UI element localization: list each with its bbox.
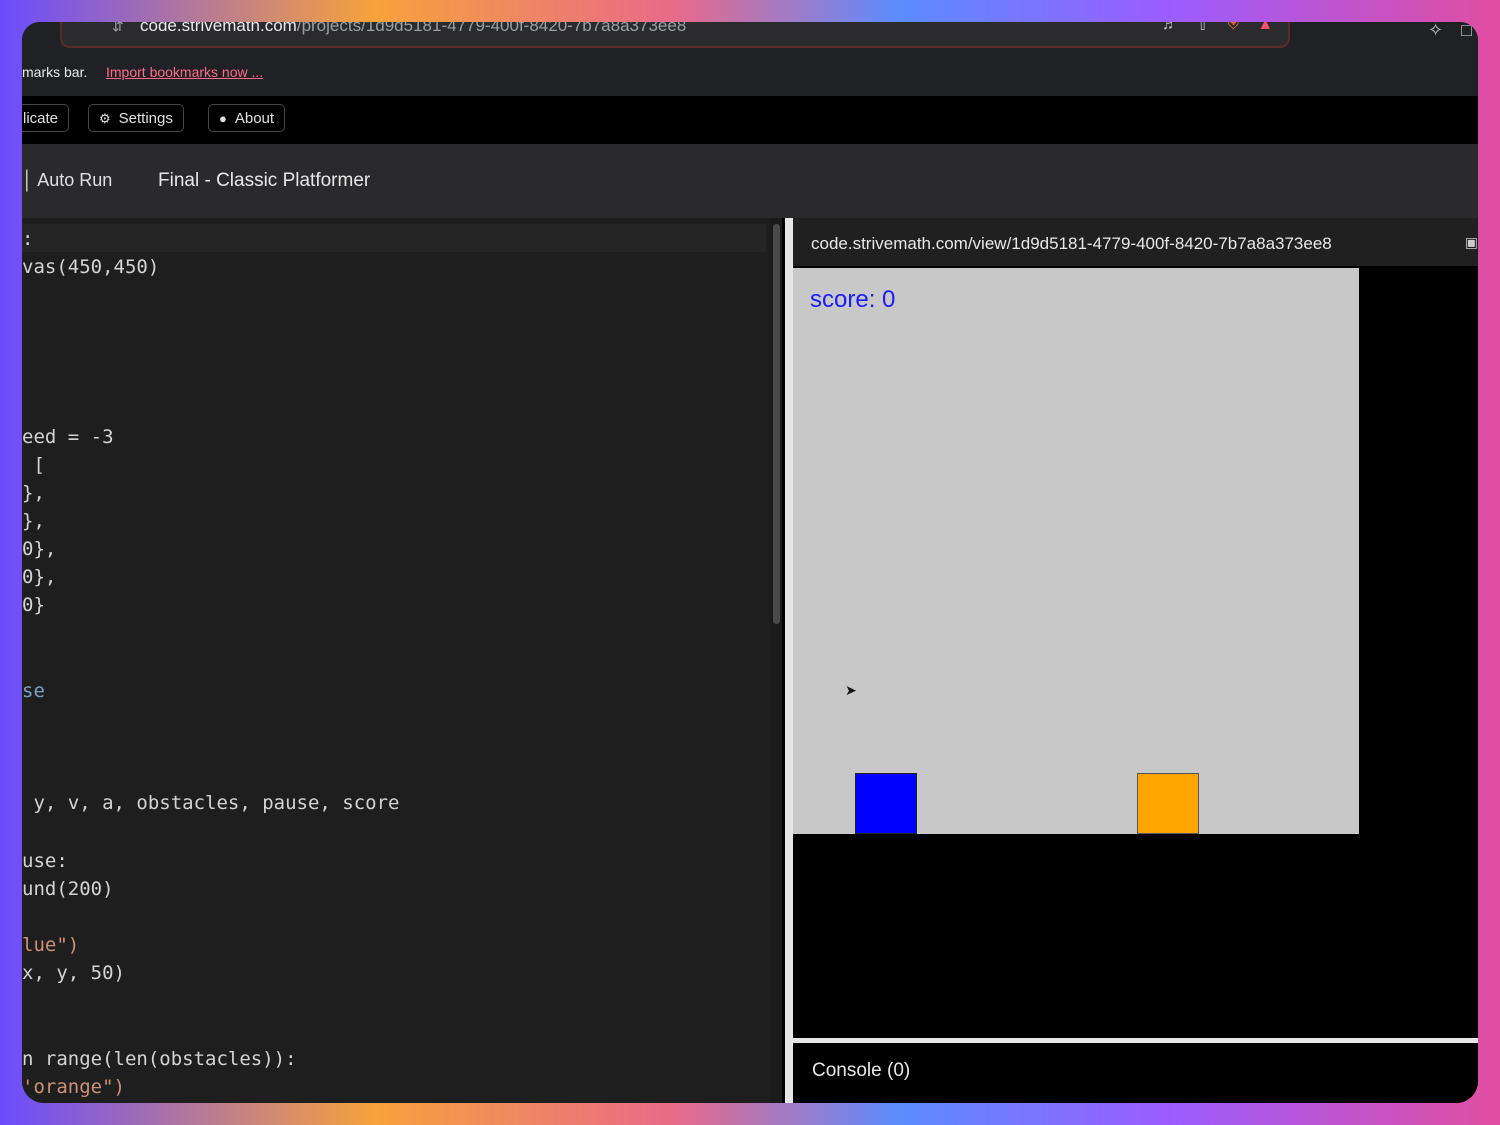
code-line: n range(len(obstacles)): [22, 1048, 297, 1070]
editor-scrollbar-thumb[interactable] [773, 224, 780, 624]
extensions-icon[interactable]: ✧ [1428, 22, 1443, 41]
game-canvas[interactable]: score: 0 ➤ [793, 268, 1359, 834]
preview-url-bar: code.strivemath.com/view/1d9d5181-4779-4… [793, 218, 1478, 266]
preview-url[interactable]: code.strivemath.com/view/1d9d5181-4779-4… [811, 234, 1332, 254]
code-line: und(200) [22, 878, 114, 900]
about-button-label: About [234, 110, 275, 127]
active-line-highlight [22, 224, 766, 252]
code-line: y, v, a, obstacles, pause, score [22, 792, 400, 814]
code-line: use: [22, 850, 68, 872]
code-line: 0}, [22, 538, 57, 560]
url-host: code.strivemath.com [140, 22, 297, 35]
address-url[interactable]: code.strivemath.com/projects/1d9d5181-47… [140, 22, 686, 36]
brave-shield-icon[interactable]: ⛨ [1227, 22, 1239, 34]
code-line: }, [22, 482, 45, 504]
window-icon[interactable]: □ [1461, 22, 1472, 41]
console-panel[interactable]: Console (0) [793, 1043, 1478, 1103]
code-line: x, y, 50) [22, 962, 125, 984]
code-line: 0} [22, 594, 45, 616]
auto-run-label: Auto Run [37, 170, 113, 190]
code-line: : [22, 228, 34, 250]
browser-address-row: ⇵ code.strivemath.com/projects/1d9d5181-… [22, 22, 1478, 50]
code-line: eed = -3 [22, 426, 114, 448]
obstacle-square [1137, 773, 1199, 834]
auto-run-toggle[interactable]: │ Auto Run [22, 170, 112, 191]
media-icon[interactable]: ♬ [1162, 22, 1178, 34]
preview-pane: code.strivemath.com/view/1d9d5181-4779-4… [793, 218, 1478, 1103]
code-line: se [22, 680, 45, 702]
project-tabbar: │ Auto Run Final - Classic Platformer [22, 144, 1478, 218]
settings-button[interactable]: ⚙ Settings [88, 104, 184, 132]
info-icon: ● [219, 111, 227, 126]
about-button[interactable]: ● About [208, 104, 286, 132]
mouse-cursor-icon: ➤ [845, 682, 857, 698]
code-line: vas(450,450) [22, 256, 160, 278]
score-text: score: 0 [810, 286, 896, 313]
screen-frame: ⇵ code.strivemath.com/projects/1d9d5181-… [22, 22, 1478, 1103]
url-path: /projects/1d9d5181-4779-400f-8420-7b7a8a… [296, 22, 687, 35]
project-title: Final - Classic Platformer [158, 170, 371, 191]
bookmarks-bar-label: marks bar. [22, 64, 88, 80]
code-editor[interactable]: : vas(450,450) eed = -3 [},}, 0}, 0}, 0} se y,… [22, 218, 782, 1103]
player-square [855, 773, 917, 834]
pane-splitter[interactable] [785, 218, 793, 1103]
brave-rewards-icon[interactable]: ▲ [1257, 22, 1273, 34]
share-icon[interactable]: ⇧ [1196, 22, 1209, 35]
code-line: [ [22, 454, 45, 476]
bookmarks-bar: marks bar. Import bookmarks now ... [22, 50, 1478, 96]
gear-icon: ⚙ [99, 111, 111, 126]
code-line: }, [22, 510, 45, 532]
code-line: 0}, [22, 566, 57, 588]
console-label: Console (0) [812, 1060, 911, 1081]
app-toolbar: licate ⚙ Settings ● About [22, 96, 1478, 144]
open-external-icon[interactable]: ▣ [1465, 234, 1478, 251]
code-line: lue") [22, 934, 80, 956]
settings-button-label: Settings [118, 110, 173, 127]
address-bar[interactable]: ⇵ code.strivemath.com/projects/1d9d5181-… [60, 22, 1290, 48]
address-bar-icons: ♬ ⇧ ⛨ ▲ [1162, 22, 1273, 36]
window-controls: ✧ □ [1428, 22, 1472, 41]
duplicate-button[interactable]: licate [22, 104, 70, 132]
code-line: 'orange") [22, 1076, 125, 1098]
tune-icon[interactable]: ⇵ [112, 22, 130, 34]
import-bookmarks-link[interactable]: Import bookmarks now ... [106, 64, 263, 80]
duplicate-button-label: licate [23, 110, 59, 127]
